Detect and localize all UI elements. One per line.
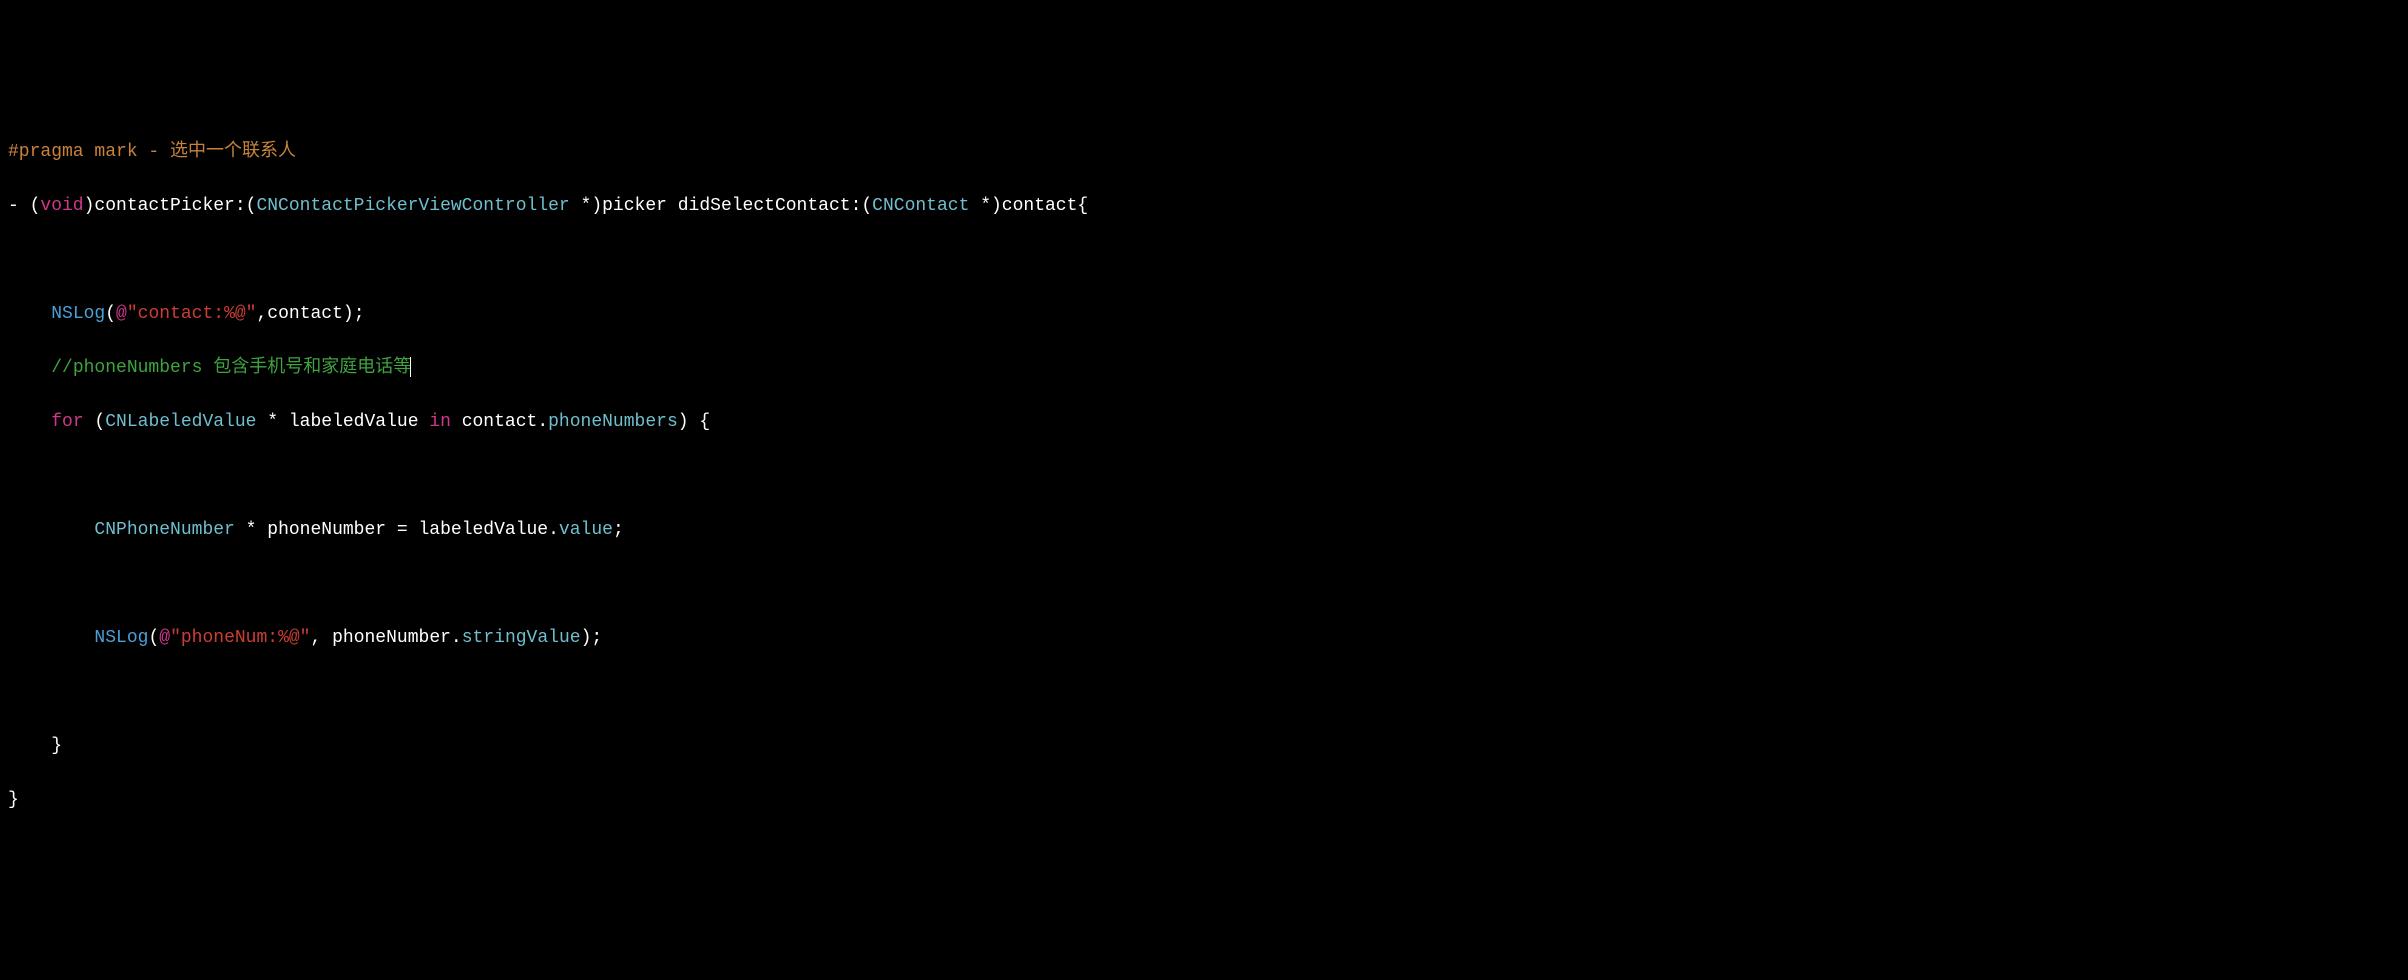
param-type-1: CNContactPickerViewController	[256, 196, 569, 216]
code-line-3	[0, 247, 2408, 274]
for-keyword: for	[51, 412, 83, 432]
property-access: stringValue	[462, 628, 581, 648]
code-line-12: }	[0, 733, 2408, 760]
close-brace: }	[51, 736, 62, 756]
nslog-call: NSLog	[51, 304, 105, 324]
at-literal: @	[116, 304, 127, 324]
code-line-13: }	[0, 787, 2408, 814]
for-open: (	[84, 412, 106, 432]
indent	[8, 736, 51, 756]
string-literal: "phoneNum:%@"	[170, 628, 310, 648]
indent	[8, 520, 94, 540]
close-brace: }	[8, 790, 19, 810]
nslog-call: NSLog	[94, 628, 148, 648]
text-cursor	[410, 357, 411, 377]
var-type: CNPhoneNumber	[94, 520, 234, 540]
assignment: * phoneNumber = labeledValue.	[235, 520, 559, 540]
code-line-6: for (CNLabeledValue * labeledValue in co…	[0, 409, 2408, 436]
semicolon: ;	[613, 520, 624, 540]
string-literal: "contact:%@"	[127, 304, 257, 324]
code-line-8: CNPhoneNumber * phoneNumber = labeledVal…	[0, 517, 2408, 544]
code-line-10: NSLog(@"phoneNum:%@", phoneNumber.string…	[0, 625, 2408, 652]
code-line-2: - (void)contactPicker:(CNContactPickerVi…	[0, 193, 2408, 220]
in-keyword: in	[429, 412, 451, 432]
code-line-7	[0, 463, 2408, 490]
pragma-mark-text: mark - 选中一个联系人	[84, 142, 296, 162]
param-type-2: CNContact	[872, 196, 969, 216]
indent	[8, 358, 51, 378]
loop-type: CNLabeledValue	[105, 412, 256, 432]
paren-open: (	[105, 304, 116, 324]
loop-var: * labeledValue	[256, 412, 429, 432]
code-line-5: //phoneNumbers 包含手机号和家庭电话等	[0, 355, 2408, 382]
at-literal: @	[159, 628, 170, 648]
code-line-1: #pragma mark - 选中一个联系人	[0, 139, 2408, 166]
call-rest: ,contact);	[256, 304, 364, 324]
comment-text: //phoneNumbers 包含手机号和家庭电话等	[51, 358, 411, 378]
method-sig-3: *)contact{	[969, 196, 1088, 216]
call-end: );	[581, 628, 603, 648]
code-line-9	[0, 571, 2408, 598]
paren-open: (	[148, 628, 159, 648]
property-access: phoneNumbers	[548, 412, 678, 432]
method-prefix: - (	[8, 196, 40, 216]
method-sig-1: )contactPicker:(	[84, 196, 257, 216]
property-access: value	[559, 520, 613, 540]
for-close: ) {	[678, 412, 710, 432]
code-line-4: NSLog(@"contact:%@",contact);	[0, 301, 2408, 328]
method-sig-2: *)picker didSelectContact:(	[570, 196, 872, 216]
indent	[8, 628, 94, 648]
return-type: void	[40, 196, 83, 216]
loop-obj: contact.	[451, 412, 548, 432]
call-mid: , phoneNumber.	[311, 628, 462, 648]
code-line-11	[0, 679, 2408, 706]
code-editor[interactable]: #pragma mark - 选中一个联系人 - (void)contactPi…	[0, 108, 2408, 845]
indent	[8, 304, 51, 324]
preprocessor-directive: #pragma	[8, 142, 84, 162]
indent	[8, 412, 51, 432]
